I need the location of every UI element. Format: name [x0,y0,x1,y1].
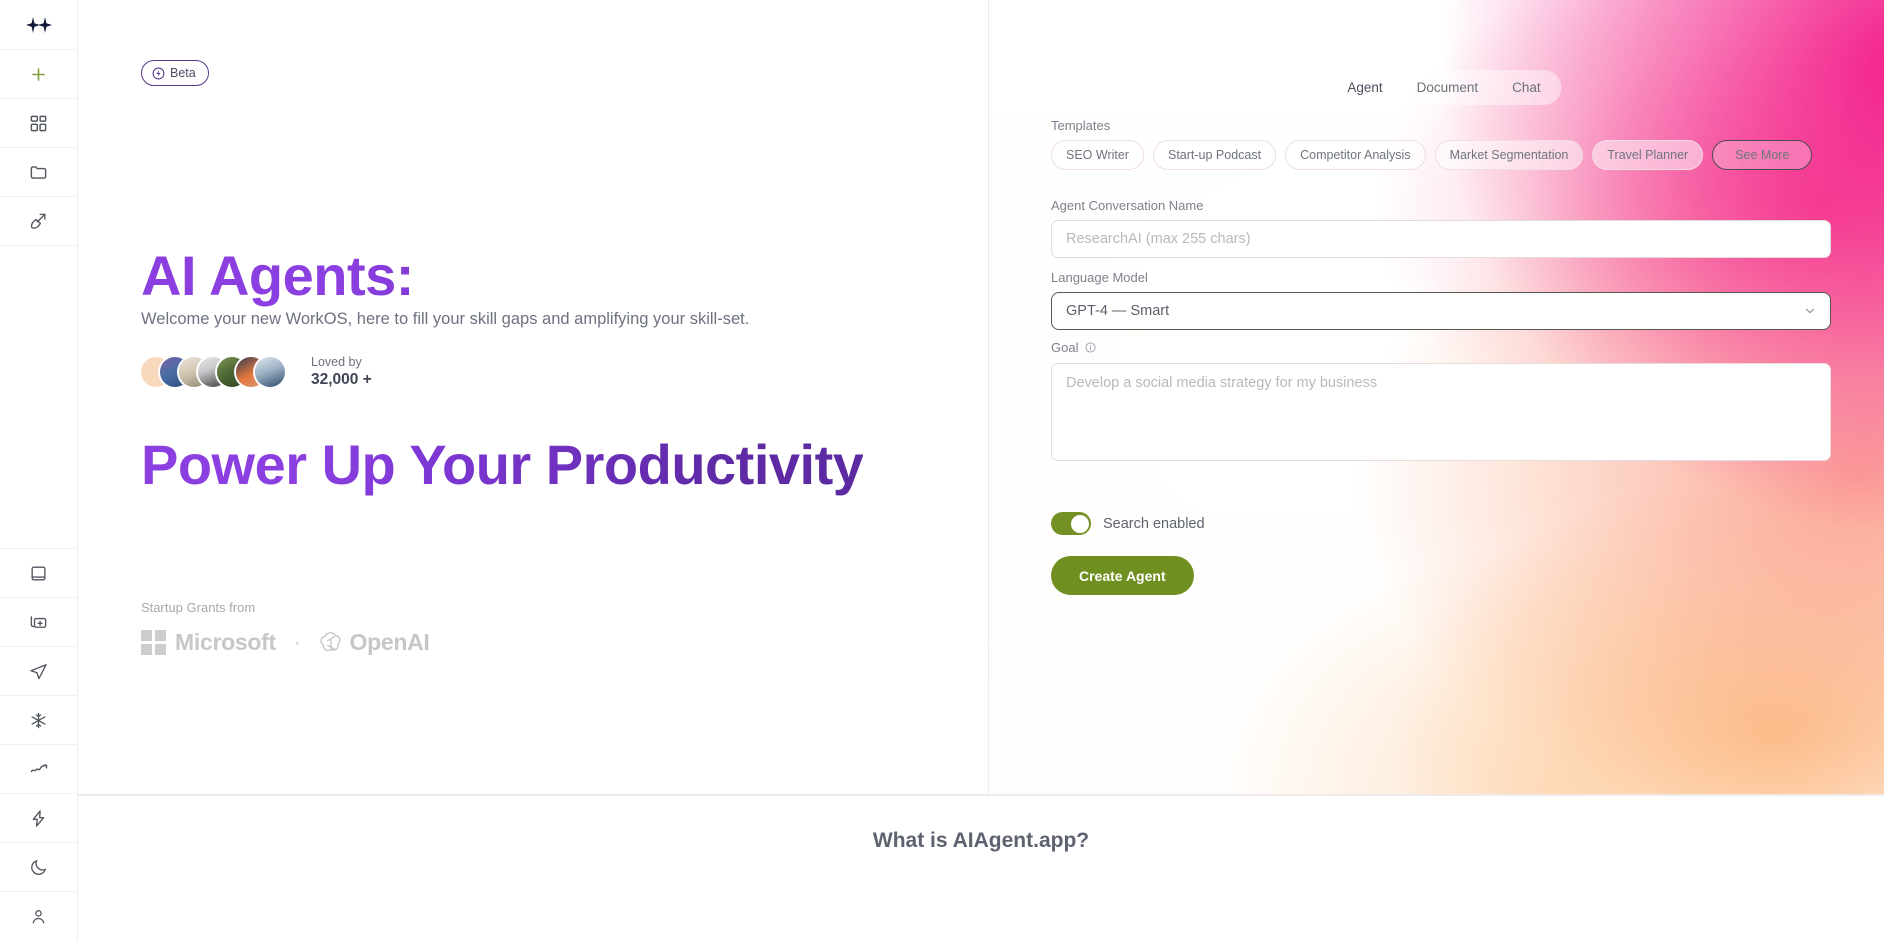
bottom-section-title: What is AIAgent.app? [872,829,1090,852]
create-agent-button[interactable]: Create Agent [1051,556,1194,595]
add-panel-icon [30,615,47,628]
social-proof-label: Loved by [311,355,362,369]
sidebar-item-dashboard[interactable] [0,99,77,148]
sidebar-item-library[interactable] [0,549,77,598]
language-model-select[interactable]: GPT-4 — Smart [1051,292,1831,330]
goal-label-text: Goal [1051,340,1079,355]
openai-logo: OpenAI [318,629,430,656]
social-proof: Loved by 32,000 + [141,355,372,389]
conversation-name-label: Agent Conversation Name [1051,198,1204,213]
sidebar-item-account[interactable] [0,892,77,941]
trending-up-icon [30,764,47,773]
sidebar-item-dark-mode[interactable] [0,843,77,892]
conversation-name-input[interactable] [1051,220,1831,258]
startup-grants-label: Startup Grants from [141,600,256,615]
bottom-section: What is AIAgent.app? [78,795,1884,941]
paper-plane-icon [30,663,47,679]
template-chip-startup-podcast[interactable]: Start-up Podcast [1152,140,1277,170]
microsoft-wordmark: Microsoft [175,629,276,655]
social-proof-count: 32,000 + [311,371,372,389]
tab-agent[interactable]: Agent [1330,74,1400,101]
rail-spacer [0,246,77,549]
book-icon [31,565,46,581]
template-chip-list: SEO Writer Start-up Podcast Competitor A… [1051,140,1813,170]
folder-icon [30,165,47,179]
templates-section: Templates SEO Writer Start-up Podcast Co… [1051,118,1813,170]
sidebar-item-trending[interactable] [0,745,77,794]
template-chip-market-segmentation[interactable]: Market Segmentation [1434,140,1584,170]
conversation-name-field: Agent Conversation Name [1051,198,1831,258]
language-model-value: GPT-4 — Smart [1066,303,1170,319]
sidebar-item-files[interactable] [0,148,77,197]
see-more-templates-button[interactable]: See More [1712,140,1813,170]
templates-label: Templates [1051,118,1111,133]
toggle-knob [1070,514,1089,533]
info-icon[interactable] [1085,341,1096,356]
submit-row: Create Agent [1051,556,1194,595]
plus-icon [32,67,45,81]
template-chip-competitor-analysis[interactable]: Competitor Analysis [1285,140,1426,170]
lightning-bolt-icon [152,67,165,80]
wand-icon [30,213,46,229]
snowflake-icon [31,712,46,728]
app-root: Beta AI Agents: Power Up Your Productivi… [0,0,1884,941]
openai-wordmark: OpenAI [349,629,430,655]
search-toggle-row: Search enabled [1051,512,1205,535]
search-enabled-toggle[interactable] [1051,512,1091,535]
avatar-group [141,357,285,388]
sidebar-item-duplicate[interactable] [0,598,77,647]
openai-mark-icon [320,631,342,651]
beta-badge[interactable]: Beta [141,60,209,86]
grid-icon [30,115,47,131]
page-title-line-1: AI Agents: [141,244,414,308]
avatar [255,357,285,388]
goal-textarea[interactable] [1051,363,1831,461]
language-model-label: Language Model [1051,270,1148,285]
sidebar-item-send[interactable] [0,647,77,696]
mode-tabs: Agent Document Chat [1326,70,1562,105]
app-logo[interactable] [0,0,77,50]
sparkle-logo-icon [25,16,52,33]
sidebar-item-new[interactable] [0,50,77,99]
grants-separator: · [293,631,301,654]
template-chip-seo-writer[interactable]: SEO Writer [1051,140,1144,170]
sidebar-item-automations[interactable] [0,794,77,843]
sidebar-item-tools[interactable] [0,197,77,246]
language-model-field: Language Model GPT-4 — Smart [1051,270,1831,330]
chevron-down-icon [1803,304,1817,318]
template-chip-travel-planner[interactable]: Travel Planner [1592,140,1704,170]
startup-grants: Startup Grants from Microsoft · OpenAI [141,600,430,656]
sidebar-item-snowflake[interactable] [0,696,77,745]
lightning-icon [32,809,45,827]
hero-subtitle: Welcome your new WorkOS, here to fill yo… [141,310,750,328]
microsoft-squares-icon [141,630,166,655]
goal-label: Goal [1051,340,1831,356]
left-nav-rail [0,0,78,941]
user-icon [32,910,45,924]
goal-field: Goal [1051,340,1831,466]
tab-document[interactable]: Document [1400,74,1496,101]
page-title-line-2: Power Up Your Productivity [141,432,864,496]
search-toggle-label: Search enabled [1103,515,1205,532]
moon-icon [31,859,47,875]
tab-chat[interactable]: Chat [1495,74,1558,101]
beta-badge-label: Beta [170,66,196,80]
microsoft-logo: Microsoft [141,629,276,656]
